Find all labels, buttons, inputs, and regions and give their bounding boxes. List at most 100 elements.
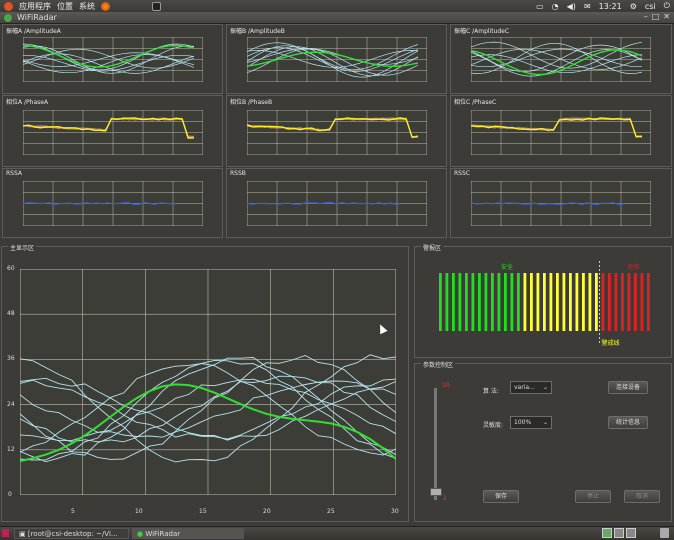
x-tick-label: 10: [135, 508, 143, 515]
save-button[interactable]: 保存: [483, 490, 519, 503]
alarm-bar: [595, 273, 598, 331]
slider-max-label: 10: [442, 382, 450, 389]
statistics-button[interactable]: 统计信息: [608, 416, 648, 429]
panel-title: 振幅C /AmplitudeC: [454, 28, 510, 35]
x-tick-label: 25: [327, 508, 335, 515]
firefox-icon[interactable]: [101, 1, 110, 11]
plot-rss-b: [247, 181, 427, 226]
safe-label: 安全: [501, 263, 513, 271]
user-name[interactable]: csi: [645, 2, 656, 11]
alarm-bar: [445, 273, 449, 331]
main-display-group: 主显示区 0 12 24 36 48 60 5 10 15 20 25 30: [1, 243, 409, 522]
clock[interactable]: 13:21: [599, 2, 622, 11]
control-group: 参数控制区 10 1 算 法: varia... ⌄ 灵敏度: 100% ⌄ 连…: [414, 360, 672, 522]
alarm-bar: [634, 273, 637, 331]
workspace-switcher-icon[interactable]: [614, 528, 624, 538]
window-titlebar[interactable]: WiFiRadar – □ ✕: [0, 12, 674, 24]
panel-title: 振幅B /AmplitudeB: [230, 28, 285, 35]
alarm-bar: [491, 273, 494, 331]
panel-rss-a: RSSA: [2, 168, 223, 238]
panel-phase-c: 相位C /PhaseC: [450, 95, 672, 167]
x-tick-label: 20: [263, 508, 271, 515]
bottom-taskbar: ▣ [root@csi-desktop: ~/Vi... ● WiFiRadar: [0, 526, 674, 540]
panel-title: 相位A /PhaseA: [6, 99, 49, 106]
plot-rss-c: [471, 181, 651, 226]
algorithm-select[interactable]: varia... ⌄: [510, 381, 552, 394]
alarm-bar: [458, 273, 462, 331]
plot-rss-a: [23, 181, 203, 226]
alarm-bar: [517, 273, 520, 331]
algorithm-label: 算 法:: [483, 388, 499, 395]
workspace-switcher-icon[interactable]: [626, 528, 636, 538]
alarm-bar: [478, 273, 481, 331]
alarm-bar: [575, 273, 579, 331]
alarm-bar: [647, 273, 650, 331]
show-desktop-icon[interactable]: [2, 529, 9, 537]
panel-rss-c: RSSC: [450, 168, 672, 238]
task-label: WiFiRadar: [145, 530, 181, 538]
terminal-icon: ▣: [19, 530, 28, 538]
panel-amplitude-b: 振幅B /AmplitudeB: [226, 24, 447, 94]
alarm-bar: [588, 273, 592, 331]
panel-title: RSSB: [230, 170, 246, 177]
alarm-bar: [601, 273, 605, 331]
panel-amplitude-c: 振幅C /AmplitudeC: [450, 24, 672, 94]
menu-applications[interactable]: 应用程序: [19, 1, 51, 12]
group-title: 参数控制区: [421, 360, 456, 369]
alarm-bar: [549, 273, 553, 331]
alarm-bar: [510, 273, 514, 331]
sensitivity-slider-handle[interactable]: [430, 488, 442, 497]
plot-amplitude-c: [471, 37, 651, 82]
volume-icon[interactable]: ◀): [567, 2, 576, 11]
keyboard-icon[interactable]: ▭: [536, 2, 544, 11]
top-panel: 应用程序 位置 系统 ▭ ◔ ◀) ✉ 13:21 ⚙ csi ⏻: [0, 0, 674, 12]
minimize-icon[interactable]: –: [644, 12, 648, 21]
stop-button[interactable]: 停止: [575, 490, 611, 503]
alarm-bar: [640, 273, 644, 331]
alarm-bar: [530, 273, 533, 331]
panel-title: 相位C /PhaseC: [454, 99, 497, 106]
alarm-bar: [536, 273, 540, 331]
main-plot: [20, 269, 396, 495]
task-terminal[interactable]: ▣ [root@csi-desktop: ~/Vi...: [14, 528, 129, 539]
power-icon[interactable]: ⏻: [664, 1, 670, 11]
mail-icon[interactable]: ✉: [584, 2, 591, 11]
alarm-bar: [569, 273, 572, 331]
algorithm-value: varia...: [514, 384, 535, 391]
y-tick-label: 12: [7, 446, 15, 453]
alarm-bar: [504, 273, 507, 331]
trash-icon[interactable]: [660, 528, 669, 538]
connect-device-button[interactable]: 连接设备: [608, 381, 648, 394]
sensitivity-label: 灵敏度:: [483, 422, 504, 429]
x-tick-label: 15: [199, 508, 207, 515]
group-title: 主显示区: [8, 243, 37, 252]
workspace-switcher-icon[interactable]: [602, 528, 612, 538]
slider-min-label: 1: [443, 495, 447, 502]
user-icon[interactable]: ⚙: [630, 2, 637, 11]
maximize-icon[interactable]: □: [652, 12, 660, 21]
wifi-icon[interactable]: ◔: [552, 2, 559, 11]
panel-phase-a: 相位A /PhaseA: [2, 95, 223, 167]
panel-title: 相位B /PhaseB: [230, 99, 273, 106]
alarm-bar: [471, 273, 475, 331]
sensitivity-select[interactable]: 100% ⌄: [510, 416, 552, 429]
alarm-bar: [582, 273, 585, 331]
cancel-button[interactable]: 取消: [624, 490, 660, 503]
plot-phase-a: [23, 110, 203, 155]
menu-places[interactable]: 位置: [57, 1, 73, 12]
task-wifiradar[interactable]: ● WiFiRadar: [132, 528, 244, 539]
y-tick-label: 24: [7, 401, 15, 408]
panel-title: RSSC: [454, 170, 470, 177]
close-icon[interactable]: ✕: [663, 12, 670, 21]
menu-system[interactable]: 系统: [79, 1, 95, 12]
plot-phase-c: [471, 110, 651, 155]
y-tick-label: 36: [7, 355, 15, 362]
terminal-icon[interactable]: [152, 1, 161, 11]
alarm-bar: [484, 273, 488, 331]
sensitivity-slider-track[interactable]: [434, 388, 437, 500]
y-tick-label: 48: [7, 310, 15, 317]
alarm-bar: [562, 273, 566, 331]
panel-title: 振幅A /AmplitudeA: [6, 28, 61, 35]
alarm-bar: [556, 273, 559, 331]
ubuntu-logo-icon[interactable]: [4, 1, 13, 11]
